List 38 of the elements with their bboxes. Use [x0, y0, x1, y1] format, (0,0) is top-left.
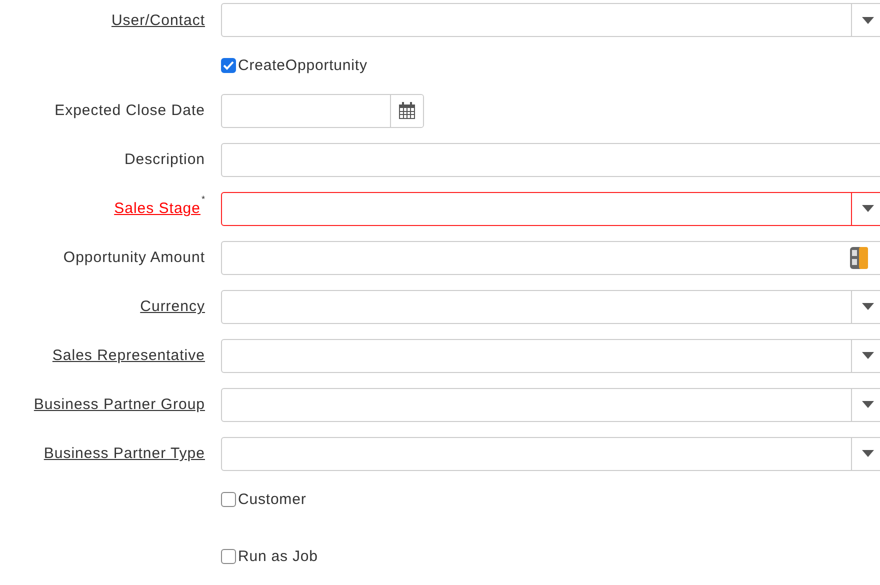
field-label: Expected Close Date [54, 102, 205, 120]
field-label[interactable]: Business Partner Group [34, 396, 205, 414]
checkbox-label: Run as Job [238, 548, 318, 566]
calendar-icon [399, 102, 415, 120]
field-label[interactable]: Sales Stage [114, 200, 200, 218]
calculator-icon [850, 246, 868, 269]
caret-down-icon [862, 16, 874, 24]
field-label[interactable]: Business Partner Type [44, 445, 205, 462]
caret-down-icon [862, 303, 874, 310]
checkbox-label: CreateOpportunity [238, 56, 368, 74]
caret-down-icon [862, 205, 874, 212]
field-label: Opportunity Amount [63, 249, 205, 266]
dropdown-field[interactable] [221, 290, 880, 324]
dropdown-field[interactable] [221, 192, 880, 226]
text-field[interactable] [221, 142, 880, 177]
checkbox[interactable] [221, 492, 236, 506]
checkbox-label: Customer [238, 490, 306, 508]
caret-down-icon [862, 401, 874, 408]
checkbox-option[interactable]: Run as Job [221, 548, 880, 566]
dropdown-field[interactable] [221, 338, 880, 373]
checkbox-option[interactable]: Customer [221, 490, 880, 508]
caret-down-icon [862, 450, 874, 458]
checkmark-icon [223, 60, 234, 70]
calendar-button[interactable] [390, 94, 423, 127]
dropdown-field[interactable] [221, 3, 880, 37]
field-label[interactable]: Sales Representative [52, 347, 205, 364]
field-label[interactable]: Currency [140, 298, 205, 316]
caret-down-icon [862, 352, 874, 360]
date-field[interactable] [221, 94, 424, 128]
dropdown-field[interactable] [221, 388, 880, 422]
dropdown-field[interactable] [221, 436, 880, 471]
number-field[interactable] [221, 240, 880, 275]
required-mark: * [201, 194, 205, 204]
checkbox-option[interactable]: CreateOpportunity [221, 56, 880, 74]
field-label: Description [124, 151, 205, 168]
checkbox[interactable] [221, 549, 236, 564]
field-label[interactable]: User/Contact [111, 12, 205, 28]
checkbox[interactable] [221, 58, 236, 73]
